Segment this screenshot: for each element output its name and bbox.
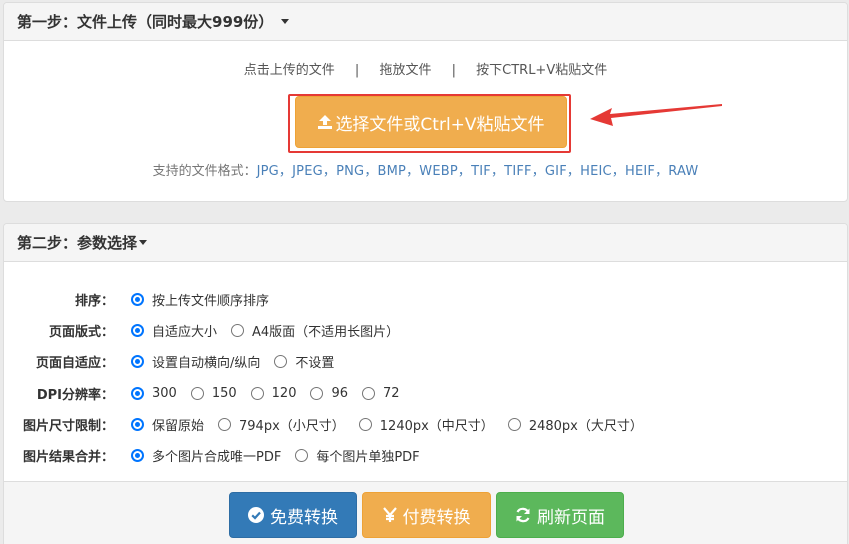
radio-option-label: 120 <box>271 385 297 401</box>
formats-label: 支持的文件格式： <box>152 164 257 179</box>
free-convert-button[interactable]: 免费转换 <box>229 492 357 538</box>
paid-convert-label: 付费转换 <box>402 507 471 528</box>
result-merge-option[interactable]: 每个图片单独PDF <box>295 446 420 465</box>
upload-panel-heading[interactable]: 第一步：文件上传（同时最大999份） <box>4 3 847 41</box>
step2-title: 第二步：参数选择 <box>17 234 138 252</box>
radio-option-label: 1240px（中尺寸） <box>379 418 494 434</box>
radio-option-label: 96 <box>331 385 349 401</box>
step1-title: 第一步：文件上传（同时最大999份） <box>17 13 274 31</box>
upload-panel: 第一步：文件上传（同时最大999份） 点击上传的文件 | 拖放文件 | 按下CT… <box>3 2 848 202</box>
image-size-limit-row: 图片尺寸限制： 保留原始 794px（小尺寸） 1240px（中尺寸） 2480px（大… <box>4 413 847 435</box>
dpi-resolution-option[interactable]: 150 <box>190 385 237 401</box>
caret-down-icon <box>281 19 290 24</box>
separator: | <box>451 63 456 78</box>
page-orientation-row: 页面自适应： 设置自动横向/纵向 不设置 <box>4 350 847 372</box>
radio-button[interactable] <box>310 386 324 400</box>
radio-option-label: 300 <box>152 385 177 401</box>
drag-drop-link[interactable]: 拖放文件 <box>379 63 431 78</box>
radio-option-label: 72 <box>383 385 400 401</box>
page-layout-label: 页面版式： <box>48 324 114 340</box>
sort-order-row: 排序： 按上传文件顺序排序 <box>4 288 847 310</box>
page-layout-option[interactable]: 自适应大小 <box>131 321 217 340</box>
page-layout-row: 页面版式： 自适应大小 A4版面（不适用长图片） <box>4 319 847 341</box>
radio-option-label: 每个图片单独PDF <box>316 449 420 465</box>
image-size-limit-label: 图片尺寸限制： <box>22 418 114 434</box>
radio-button[interactable] <box>231 323 245 337</box>
radio-button[interactable] <box>131 292 144 306</box>
radio-option-label: A4版面（不适用长图片） <box>252 324 400 340</box>
paid-convert-button[interactable]: 付费转换 <box>362 492 491 538</box>
radio-button[interactable] <box>131 386 144 400</box>
page-layout-option[interactable]: A4版面（不适用长图片） <box>231 321 399 340</box>
radio-option-label: 2480px（大尺寸） <box>528 418 643 434</box>
radio-button[interactable] <box>507 417 521 431</box>
refresh-page-label: 刷新页面 <box>537 507 605 528</box>
parameters-panel-heading[interactable]: 第二步：参数选择 <box>4 224 847 262</box>
radio-option-label: 设置自动横向/纵向 <box>152 355 261 371</box>
click-upload-link[interactable]: 点击上传的文件 <box>244 63 335 78</box>
radio-option-label: 多个图片合成唯一PDF <box>152 449 282 465</box>
radio-button[interactable] <box>131 323 144 337</box>
action-bar: 免费转换 付费转换 刷新页面 <box>4 481 847 544</box>
radio-button[interactable] <box>274 354 288 368</box>
paste-link[interactable]: 按下CTRL+V粘贴文件 <box>476 63 607 78</box>
radio-button[interactable] <box>295 448 309 462</box>
parameters-panel: 第二步：参数选择 排序： 按上传文件顺序排序页面版式： 自适应大小 A4版面（不适用长… <box>3 223 848 544</box>
radio-option-label: 保留原始 <box>152 418 205 434</box>
formats-list: JPG，JPEG，PNG，BMP，WEBP，TIF，TIFF，GIF，HEIC，… <box>256 164 699 179</box>
dpi-resolution-label: DPI分辨率： <box>36 387 114 403</box>
result-merge-label: 图片结果合并： <box>22 449 114 465</box>
dpi-resolution-option[interactable]: 120 <box>250 385 297 401</box>
select-file-button[interactable]: 选择文件或Ctrl+V粘贴文件 <box>295 96 567 148</box>
radio-button[interactable] <box>218 417 232 431</box>
refresh-icon <box>515 507 531 523</box>
image-size-limit-option[interactable]: 1240px（中尺寸） <box>358 415 494 434</box>
separator: | <box>354 63 360 78</box>
yen-icon <box>382 507 397 523</box>
dpi-resolution-row: DPI分辨率： 300 150 120 96 72 <box>4 382 847 404</box>
radio-option-label: 794px（小尺寸） <box>239 418 345 434</box>
page-orientation-option[interactable]: 不设置 <box>274 352 334 371</box>
radio-button[interactable] <box>362 386 376 400</box>
supported-formats: 支持的文件格式：JPG，JPEG，PNG，BMP，WEBP，TIF，TIFF，G… <box>4 160 847 179</box>
radio-button[interactable] <box>190 386 204 400</box>
select-file-label: 选择文件或Ctrl+V粘贴文件 <box>335 114 545 135</box>
radio-option-label: 按上传文件顺序排序 <box>152 293 270 309</box>
dpi-resolution-option[interactable]: 72 <box>362 386 400 401</box>
sort-order-option[interactable]: 按上传文件顺序排序 <box>131 290 269 309</box>
radio-button[interactable] <box>131 448 144 462</box>
radio-button[interactable] <box>131 417 144 431</box>
radio-option-label: 不设置 <box>295 355 335 371</box>
upload-icon <box>318 115 333 129</box>
image-size-limit-option[interactable]: 794px（小尺寸） <box>218 415 345 434</box>
refresh-page-button[interactable]: 刷新页面 <box>496 492 624 538</box>
sort-order-label: 排序： <box>74 293 114 309</box>
result-merge-row: 图片结果合并： 多个图片合成唯一PDF 每个图片单独PDF <box>4 444 847 466</box>
page-orientation-option[interactable]: 设置自动横向/纵向 <box>131 352 260 371</box>
check-circle-icon <box>248 507 264 523</box>
radio-button[interactable] <box>358 417 372 431</box>
radio-button[interactable] <box>250 386 264 400</box>
caret-down-icon <box>139 240 148 245</box>
upload-methods: 点击上传的文件 | 拖放文件 | 按下CTRL+V粘贴文件 <box>4 59 847 78</box>
image-size-limit-option[interactable]: 2480px（大尺寸） <box>507 415 643 434</box>
result-merge-option[interactable]: 多个图片合成唯一PDF <box>131 446 281 465</box>
radio-option-label: 150 <box>211 385 237 401</box>
dpi-resolution-option[interactable]: 300 <box>131 386 177 401</box>
image-size-limit-option[interactable]: 保留原始 <box>131 415 204 434</box>
dpi-resolution-option[interactable]: 96 <box>310 386 348 401</box>
radio-option-label: 自适应大小 <box>152 324 218 340</box>
free-convert-label: 免费转换 <box>270 507 338 528</box>
radio-button[interactable] <box>131 354 144 368</box>
annotation-arrow-icon <box>590 104 722 126</box>
page-orientation-label: 页面自适应： <box>35 355 114 371</box>
